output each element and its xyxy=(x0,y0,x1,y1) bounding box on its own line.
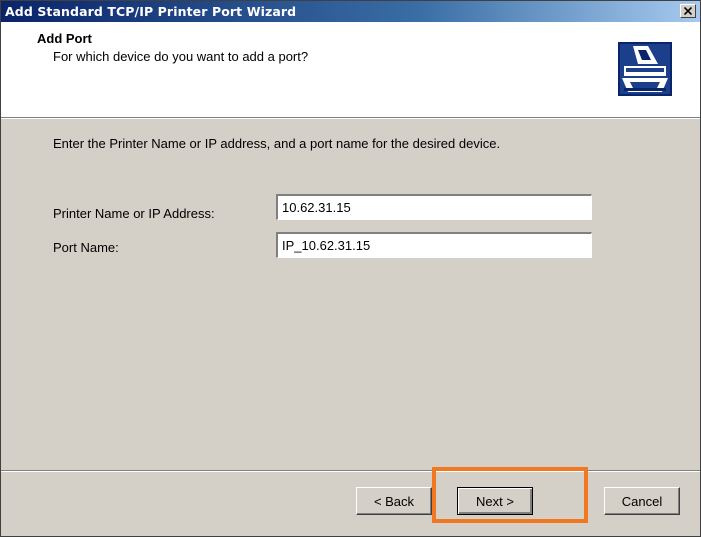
wizard-header: Add Port For which device do you want to… xyxy=(1,22,700,119)
printer-port-icon xyxy=(618,42,672,96)
printer-name-label: Printer Name or IP Address: xyxy=(53,206,215,221)
cancel-button[interactable]: Cancel xyxy=(604,487,680,515)
printer-name-input[interactable] xyxy=(275,193,593,221)
close-button[interactable] xyxy=(680,4,696,18)
instructions-text: Enter the Printer Name or IP address, an… xyxy=(53,136,501,151)
wizard-window: Add Standard TCP/IP Printer Port Wizard … xyxy=(0,0,701,537)
page-title: Add Port xyxy=(37,31,92,46)
footer-divider xyxy=(1,470,700,472)
back-button[interactable]: < Back xyxy=(356,487,432,515)
title-bar[interactable]: Add Standard TCP/IP Printer Port Wizard xyxy=(1,1,700,22)
port-name-input[interactable] xyxy=(275,231,593,259)
close-icon xyxy=(684,7,692,15)
page-subtitle: For which device do you want to add a po… xyxy=(53,49,309,64)
window-title: Add Standard TCP/IP Printer Port Wizard xyxy=(5,4,297,19)
port-name-label: Port Name: xyxy=(53,240,119,255)
next-button[interactable]: Next > xyxy=(457,487,533,515)
